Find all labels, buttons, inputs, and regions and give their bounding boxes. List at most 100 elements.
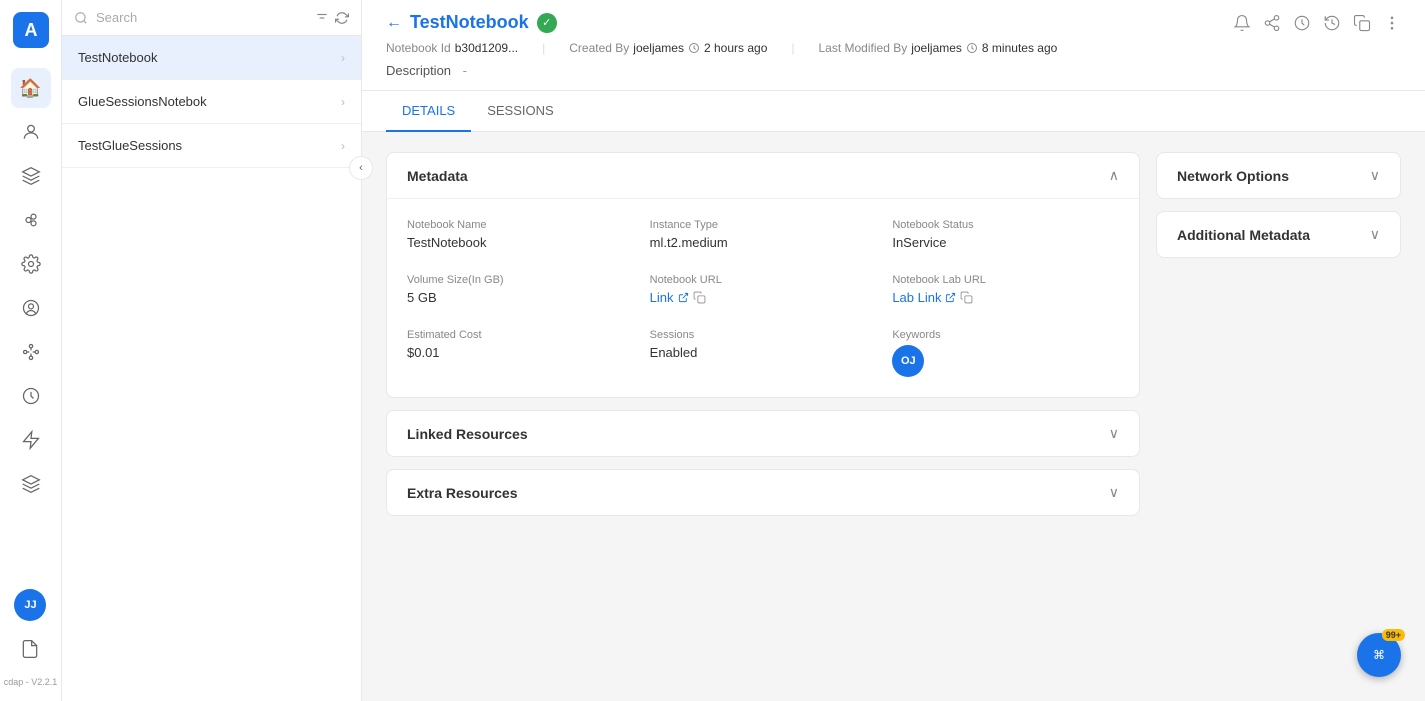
notification-icon: ⌘ (1373, 648, 1385, 662)
sidebar-toggle-button[interactable]: ‹ (349, 156, 373, 180)
bolt-nav-icon[interactable] (11, 420, 51, 460)
user-avatar[interactable]: JJ (14, 589, 46, 621)
version-label: cdap - V2.2.1 (4, 677, 58, 689)
network-options-chevron: ∨ (1370, 167, 1380, 184)
notebook-item-glue[interactable]: GlueSessionsNotebok › (62, 80, 361, 124)
notebook-id-value: b30d1209... (455, 41, 518, 55)
notebook-sidebar: TestNotebook › GlueSessionsNotebok › Tes… (62, 0, 362, 701)
main-content: ← TestNotebook ✓ Notebook Id b30d1209...… (362, 0, 1425, 701)
instance-type-field: Instance Type ml.t2.medium (650, 219, 877, 250)
person-nav-icon[interactable] (11, 112, 51, 152)
modified-by-label: Last Modified By (819, 41, 908, 55)
app-logo[interactable]: A (13, 12, 49, 48)
meta-divider-1: | (542, 41, 545, 55)
breadcrumb: ← TestNotebook ✓ (386, 12, 557, 33)
group-nav-icon[interactable] (11, 200, 51, 240)
share-icon[interactable] (1263, 14, 1281, 32)
notebook-url-label: Notebook URL (650, 274, 877, 286)
clock-meta-icon (688, 42, 700, 54)
svg-text:A: A (24, 20, 37, 40)
volume-size-label: Volume Size(In GB) (407, 274, 634, 286)
history-icon[interactable] (1323, 14, 1341, 32)
linked-resources-title: Linked Resources (407, 426, 528, 442)
extra-resources-chevron: ∨ (1109, 484, 1119, 501)
notebook-url-field: Notebook URL Link (650, 274, 877, 305)
clock-modified-icon (966, 42, 978, 54)
notebook-status-field: Notebook Status InService (892, 219, 1119, 250)
instance-type-label: Instance Type (650, 219, 877, 231)
metadata-grid: Notebook Name TestNotebook Instance Type… (407, 219, 1119, 377)
additional-metadata-card: Additional Metadata ∨ (1156, 211, 1401, 258)
notebook-name-label: Notebook Name (407, 219, 634, 231)
user-nav-icon[interactable] (11, 288, 51, 328)
metadata-card-header[interactable]: Metadata ∧ (387, 153, 1139, 199)
modified-time: 8 minutes ago (982, 41, 1057, 55)
linked-resources-header[interactable]: Linked Resources ∨ (387, 411, 1139, 456)
tab-sessions[interactable]: SESSIONS (471, 91, 569, 132)
notebook-url-link[interactable]: Link (650, 290, 877, 305)
refresh-icon[interactable] (335, 11, 349, 25)
filter-icon[interactable] (315, 11, 329, 25)
notebook-label: TestNotebook (78, 50, 158, 65)
copy-header-icon[interactable] (1353, 14, 1371, 32)
layers-nav-icon[interactable] (11, 464, 51, 504)
extra-resources-header[interactable]: Extra Resources ∨ (387, 470, 1139, 515)
volume-size-field: Volume Size(In GB) 5 GB (407, 274, 634, 305)
additional-metadata-chevron: ∨ (1370, 226, 1380, 243)
search-icon (74, 11, 88, 25)
search-input[interactable] (96, 10, 307, 25)
page-header: ← TestNotebook ✓ Notebook Id b30d1209...… (362, 0, 1425, 91)
extra-resources-card: Extra Resources ∨ (386, 469, 1140, 516)
meta-divider-2: | (791, 41, 794, 55)
notebook-label: TestGlueSessions (78, 138, 182, 153)
metadata-card-body: Notebook Name TestNotebook Instance Type… (387, 199, 1139, 397)
created-by-value: joeljames (633, 41, 684, 55)
keyword-avatar: OJ (892, 345, 924, 377)
chevron-right-icon: › (341, 51, 345, 65)
bell-icon[interactable] (1233, 14, 1251, 32)
created-by-label: Created By (569, 41, 629, 55)
icon-sidebar: A 🏠 JJ cdap - V2.2.1 (0, 0, 62, 701)
external-link-icon (678, 292, 689, 303)
linked-resources-card: Linked Resources ∨ (386, 410, 1140, 457)
keywords-label: Keywords (892, 329, 1119, 341)
home-nav-icon[interactable]: 🏠 (11, 68, 51, 108)
document-nav-icon[interactable] (10, 629, 50, 669)
volume-size-value: 5 GB (407, 290, 634, 305)
notebook-item-testnotebook[interactable]: TestNotebook › (62, 36, 361, 80)
notebook-name-field: Notebook Name TestNotebook (407, 219, 634, 250)
notebook-name-value: TestNotebook (407, 235, 634, 250)
notification-count: 99+ (1382, 629, 1405, 641)
modified-by-value: joeljames (911, 41, 962, 55)
notebook-lab-url-link[interactable]: Lab Link (892, 290, 1119, 305)
back-button[interactable]: ← (386, 14, 402, 32)
external-lab-link-icon (945, 292, 956, 303)
keywords-field: Keywords OJ (892, 329, 1119, 377)
notebook-lab-url-field: Notebook Lab URL Lab Link (892, 274, 1119, 305)
metadata-card: Metadata ∧ Notebook Name TestNotebook In… (386, 152, 1140, 398)
workflow-nav-icon[interactable] (11, 332, 51, 372)
notification-badge[interactable]: ⌘ 99+ (1357, 633, 1401, 677)
data-nav-icon[interactable] (11, 156, 51, 196)
additional-metadata-header[interactable]: Additional Metadata ∨ (1157, 212, 1400, 257)
tab-details[interactable]: DETAILS (386, 91, 471, 132)
copy-link-icon[interactable] (693, 291, 706, 304)
tabs-bar: DETAILS SESSIONS (362, 91, 1425, 132)
header-meta: Notebook Id b30d1209... | Created By joe… (386, 41, 1401, 55)
notebook-label: GlueSessionsNotebok (78, 94, 207, 109)
settings-nav-icon[interactable] (11, 244, 51, 284)
network-options-title: Network Options (1177, 168, 1289, 184)
side-panels: Network Options ∨ Additional Metadata ∨ (1156, 152, 1401, 516)
notebook-item-testglue[interactable]: TestGlueSessions › (62, 124, 361, 168)
network-options-card: Network Options ∨ (1156, 152, 1401, 199)
copy-lab-link-icon[interactable] (960, 291, 973, 304)
chevron-right-icon: › (341, 95, 345, 109)
clock-header-icon[interactable] (1293, 14, 1311, 32)
header-actions (1233, 14, 1401, 32)
metadata-card-title: Metadata (407, 168, 468, 184)
extra-resources-title: Extra Resources (407, 485, 518, 501)
network-options-header[interactable]: Network Options ∨ (1157, 153, 1400, 198)
more-icon[interactable] (1383, 14, 1401, 32)
notebook-lab-url-label: Notebook Lab URL (892, 274, 1119, 286)
clock-nav-icon[interactable] (11, 376, 51, 416)
